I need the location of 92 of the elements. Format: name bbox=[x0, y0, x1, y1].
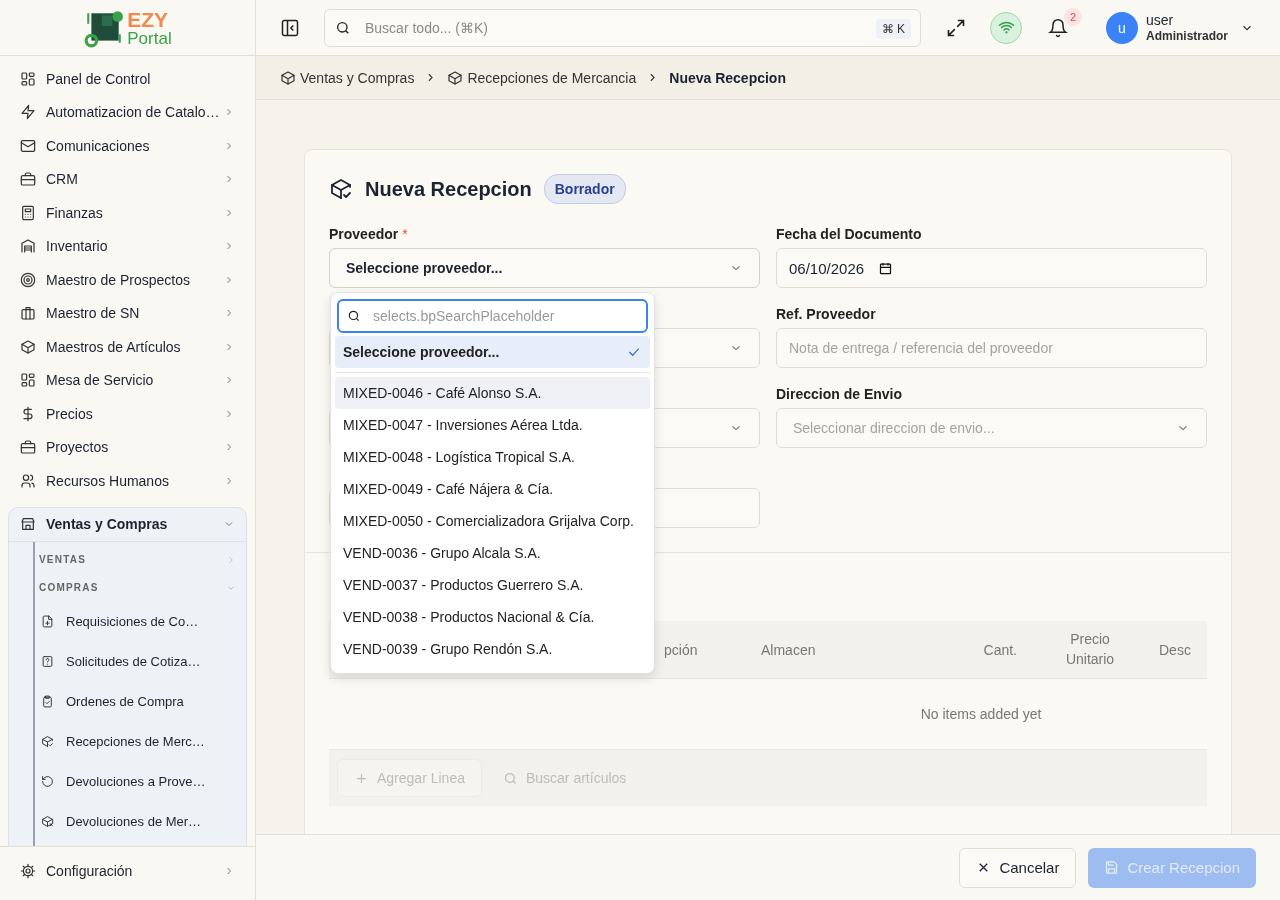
sidebar-subitem[interactable]: Devoluciones a Prove… bbox=[35, 761, 246, 802]
sidebar-item[interactable]: Ventas y Compras bbox=[9, 507, 246, 542]
field-label: Proveedor bbox=[329, 226, 399, 244]
file-question-icon bbox=[41, 655, 54, 668]
store-icon bbox=[20, 516, 36, 532]
sidebar-section[interactable]: VENTAS bbox=[35, 545, 246, 574]
sidebar-item[interactable]: Mesa de Servicio bbox=[8, 363, 247, 397]
user-name: user bbox=[1146, 11, 1175, 29]
sidebar-item[interactable]: Maestro de Prospectos bbox=[8, 263, 247, 297]
search-icon bbox=[502, 770, 518, 786]
dropdown-option[interactable]: Seleccione proveedor... bbox=[335, 336, 650, 368]
box-icon bbox=[447, 69, 464, 86]
dropdown-option[interactable]: VEND-0036 - Grupo Alcala S.A. bbox=[335, 537, 650, 569]
sidebar-item[interactable]: Inventario bbox=[8, 229, 247, 263]
user-role: Administrador bbox=[1146, 28, 1228, 44]
breadcrumb-link[interactable]: Recepciones de Mercancia bbox=[467, 69, 637, 86]
input-field[interactable]: Nota de entrega / referencia del proveedor bbox=[776, 328, 1207, 368]
dropdown-option[interactable]: VEND-0039 - Grupo Rendón S.A. bbox=[335, 633, 650, 665]
column-header: pción bbox=[663, 641, 699, 658]
dropdown-option[interactable]: MIXED-0048 - Logística Tropical S.A. bbox=[335, 441, 650, 473]
sidebar-toggle-icon[interactable] bbox=[280, 17, 300, 38]
briefcase-icon bbox=[20, 439, 36, 456]
logo-subtext: Portal bbox=[127, 29, 172, 47]
sidebar-subitem[interactable]: Solicitudes de Cotiza… bbox=[35, 641, 246, 682]
grid-icon bbox=[20, 372, 36, 389]
dropdown-option[interactable]: MIXED-0050 - Comercializadora Grijalva Corp. bbox=[335, 505, 650, 537]
sidebar-subitem[interactable]: Ordenes de Compra bbox=[35, 681, 246, 722]
warehouse-icon bbox=[20, 238, 36, 255]
logo-text: EZY bbox=[127, 8, 170, 30]
envelope-icon bbox=[20, 137, 36, 154]
search-icon bbox=[335, 19, 351, 36]
breadcrumb-current: Nueva Recepcion bbox=[669, 69, 786, 86]
box-icon bbox=[280, 69, 296, 86]
field-label: Ref. Proveedor bbox=[776, 306, 876, 324]
dropdown-option[interactable]: MIXED-0046 - Café Alonso S.A. bbox=[335, 377, 650, 409]
sidebar-item[interactable]: CRM bbox=[8, 162, 247, 196]
bell-icon[interactable] bbox=[1048, 17, 1068, 38]
box-check-icon bbox=[329, 177, 353, 201]
sidebar-subitem[interactable]: Recepciones de Merc… bbox=[35, 721, 246, 762]
required-mark: * bbox=[402, 226, 408, 244]
field-label: Direccion de Envio bbox=[776, 386, 903, 404]
sidebar-item[interactable]: Recursos Humanos bbox=[8, 464, 247, 498]
dropdown-option[interactable]: VEND-0038 - Productos Nacional & Cía. bbox=[335, 601, 650, 633]
field-label: Fecha del Documento bbox=[776, 226, 922, 244]
column-header: Cant. bbox=[982, 641, 1018, 658]
sidebar-item[interactable]: Maestro de SN bbox=[8, 296, 247, 330]
dollar-icon bbox=[20, 405, 36, 422]
box-check-icon bbox=[41, 735, 54, 748]
sidebar-item[interactable]: Finanzas bbox=[8, 196, 247, 230]
lightning-icon bbox=[20, 104, 36, 121]
target-icon bbox=[20, 271, 36, 288]
sidebar-item[interactable]: Panel de Control bbox=[8, 62, 247, 96]
sidebar-subitem[interactable]: Devoluciones de Mer… bbox=[35, 801, 246, 842]
wifi-status-icon[interactable] bbox=[990, 11, 1022, 44]
people-icon bbox=[20, 472, 36, 489]
dropdown-option[interactable]: MIXED-0049 - Café Nájera & Cía. bbox=[335, 473, 650, 505]
empty-message: No items added yet bbox=[920, 706, 1042, 722]
sidebar-item[interactable]: Maestros de Artículos bbox=[8, 330, 247, 364]
search-icon bbox=[347, 309, 361, 323]
sidebar-item[interactable]: Comunicaciones bbox=[8, 129, 247, 163]
file-plus-icon bbox=[41, 615, 54, 628]
column-header: Desc bbox=[1158, 641, 1192, 658]
status-badge: Borrador bbox=[543, 174, 626, 204]
box-x-icon bbox=[41, 815, 54, 828]
cancel-button[interactable]: Cancelar bbox=[959, 847, 1077, 888]
sidebar-subitem[interactable]: Requisiciones de Co… bbox=[35, 601, 246, 642]
sidebar-item[interactable]: Configuración bbox=[8, 854, 247, 888]
avatar[interactable]: u bbox=[1106, 11, 1138, 44]
notification-count: 2 bbox=[1064, 7, 1082, 26]
expand-icon[interactable] bbox=[946, 17, 966, 38]
gear-icon bbox=[20, 862, 36, 879]
briefcase-icon bbox=[20, 171, 36, 188]
sidebar-item[interactable]: Precios bbox=[8, 397, 247, 431]
breadcrumb-link[interactable]: Ventas y Compras bbox=[300, 69, 415, 86]
calendar-icon[interactable] bbox=[878, 260, 894, 276]
dropdown-option[interactable]: MIXED-0047 - Inversiones Aérea Ltda. bbox=[335, 409, 650, 441]
column-header: Precio Unitario bbox=[1064, 629, 1116, 669]
dropdown-option[interactable]: VEND-0037 - Productos Guerrero S.A. bbox=[335, 569, 650, 601]
sidebar-section[interactable]: COMPRAS bbox=[35, 573, 246, 602]
clipboard-check-icon bbox=[41, 695, 54, 708]
columns-icon bbox=[20, 305, 36, 322]
calculator-icon bbox=[20, 204, 36, 221]
sidebar-item[interactable]: Proyectos bbox=[8, 430, 247, 464]
box-icon bbox=[20, 338, 36, 355]
form-title: Nueva Recepcion bbox=[365, 177, 532, 201]
column-header: Almacen bbox=[760, 641, 817, 658]
sidebar-item[interactable]: Automatizacion de Catalo… bbox=[8, 95, 247, 129]
rotate-arrow-icon bbox=[41, 775, 54, 788]
date-field[interactable]: 06/10/2026 bbox=[776, 248, 1207, 288]
search-field[interactable]: selects.bpSearchPlaceholder bbox=[337, 299, 648, 333]
grid-icon bbox=[20, 70, 36, 87]
select-field[interactable]: Seleccione proveedor... bbox=[329, 248, 760, 288]
